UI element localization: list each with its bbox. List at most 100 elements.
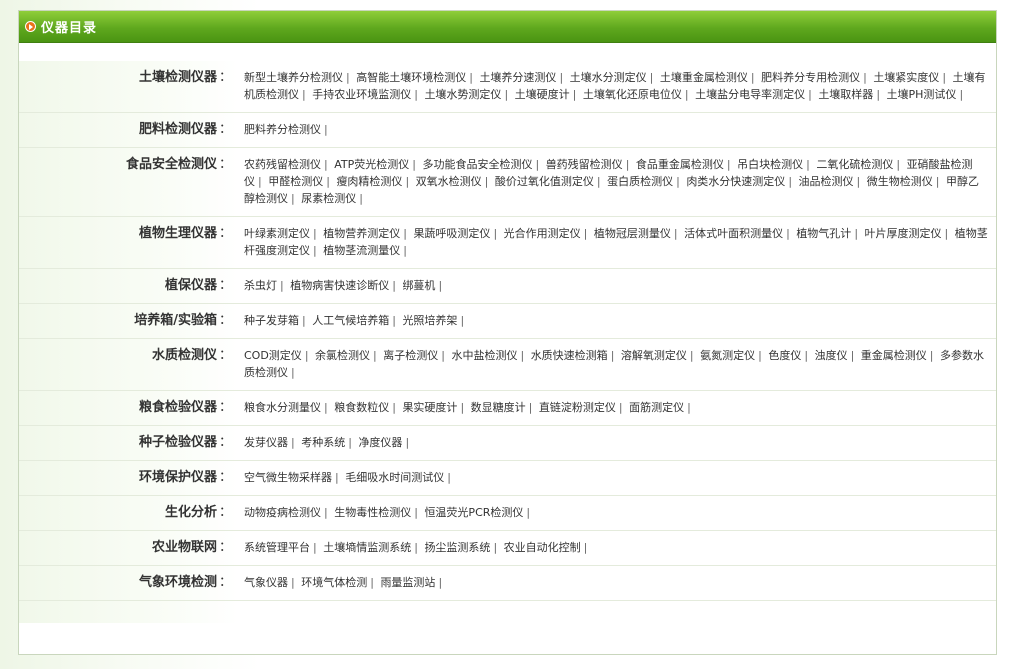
category-name[interactable]: 水质检测仪 <box>152 348 217 363</box>
instrument-link[interactable]: 植物气孔计 <box>796 227 851 240</box>
instrument-link[interactable]: 面筋测定仪 <box>629 401 684 414</box>
instrument-link[interactable]: 土壤重金属检测仪 <box>660 71 748 84</box>
instrument-link[interactable]: 粮食数粒仪 <box>334 401 389 414</box>
instrument-link[interactable]: 离子检测仪 <box>383 349 438 362</box>
instrument-link[interactable]: 肉类水分快速测定仪 <box>686 175 785 188</box>
instrument-link[interactable]: 土壤PH测试仪 <box>887 88 957 101</box>
category-name[interactable]: 肥料检测仪器 <box>139 122 217 137</box>
instrument-link[interactable]: 油品检测仪 <box>799 175 854 188</box>
instrument-link[interactable]: 光合作用测定仪 <box>504 227 581 240</box>
instrument-link[interactable]: 果蔬呼吸测定仪 <box>413 227 490 240</box>
instrument-link[interactable]: 人工气候培养箱 <box>312 314 389 327</box>
category-label[interactable]: 肥料检测仪器： <box>19 113 238 147</box>
instrument-link[interactable]: 氨氮测定仪 <box>700 349 755 362</box>
category-name[interactable]: 环境保护仪器 <box>139 470 217 485</box>
instrument-link[interactable]: 种子发芽箱 <box>244 314 299 327</box>
instrument-link[interactable]: 水质快速检测箱 <box>531 349 608 362</box>
category-label[interactable]: 生化分析： <box>19 496 238 530</box>
instrument-link[interactable]: 环境气体检测 <box>301 576 367 589</box>
instrument-link[interactable]: 土壤水分测定仪 <box>570 71 647 84</box>
instrument-link[interactable]: 净度仪器 <box>358 436 402 449</box>
category-name[interactable]: 土壤检测仪器 <box>139 70 217 85</box>
instrument-link[interactable]: 土壤取样器 <box>818 88 873 101</box>
instrument-link[interactable]: 兽药残留检测仪 <box>546 158 623 171</box>
instrument-link[interactable]: 植物茎流测量仪 <box>323 244 400 257</box>
instrument-link[interactable]: 毛细吸水时间测试仪 <box>345 471 444 484</box>
instrument-link[interactable]: 甲醛检测仪 <box>268 175 323 188</box>
category-label[interactable]: 粮食检验仪器： <box>19 391 238 425</box>
category-name[interactable]: 气象环境检测 <box>139 575 217 590</box>
category-label[interactable]: 气象环境检测： <box>19 566 238 600</box>
instrument-link[interactable]: 生物毒性检测仪 <box>334 506 411 519</box>
instrument-link[interactable]: 系统管理平台 <box>244 541 310 554</box>
instrument-link[interactable]: 气象仪器 <box>244 576 288 589</box>
category-label[interactable]: 土壤检测仪器： <box>19 61 238 112</box>
instrument-link[interactable]: 溶解氧测定仪 <box>621 349 687 362</box>
instrument-link[interactable]: 考种系统 <box>301 436 345 449</box>
instrument-link[interactable]: 绑蔓机 <box>402 279 435 292</box>
instrument-link[interactable]: 吊白块检测仪 <box>737 158 803 171</box>
instrument-link[interactable]: 农药残留检测仪 <box>244 158 321 171</box>
instrument-link[interactable]: 余氯检测仪 <box>315 349 370 362</box>
instrument-link[interactable]: 植物营养测定仪 <box>323 227 400 240</box>
category-name[interactable]: 植保仪器 <box>165 278 217 293</box>
instrument-link[interactable]: 酸价过氧化值测定仪 <box>495 175 594 188</box>
instrument-link[interactable]: 蛋白质检测仪 <box>607 175 673 188</box>
instrument-link[interactable]: 微生物检测仪 <box>867 175 933 188</box>
instrument-link[interactable]: 叶片厚度测定仪 <box>865 227 942 240</box>
instrument-link[interactable]: 雨量监测站 <box>380 576 435 589</box>
category-label[interactable]: 植物生理仪器： <box>19 217 238 268</box>
instrument-link[interactable]: 色度仪 <box>768 349 801 362</box>
category-name[interactable]: 植物生理仪器 <box>139 226 217 241</box>
instrument-link[interactable]: 土壤水势测定仪 <box>424 88 501 101</box>
instrument-link[interactable]: 果实硬度计 <box>402 401 457 414</box>
instrument-link[interactable]: ATP荧光检测仪 <box>334 158 409 171</box>
instrument-link[interactable]: 恒温荧光PCR检测仪 <box>424 506 523 519</box>
category-name[interactable]: 培养箱/实验箱 <box>134 313 217 328</box>
instrument-link[interactable]: 活体式叶面积测量仪 <box>684 227 783 240</box>
instrument-link[interactable]: 空气微生物采样器 <box>244 471 332 484</box>
instrument-link[interactable]: 土壤紧实度仪 <box>873 71 939 84</box>
instrument-link[interactable]: 扬尘监测系统 <box>424 541 490 554</box>
category-name[interactable]: 生化分析 <box>165 505 217 520</box>
instrument-link[interactable]: 直链淀粉测定仪 <box>539 401 616 414</box>
category-name[interactable]: 食品安全检测仪 <box>126 157 217 172</box>
instrument-link[interactable]: 食品重金属检测仪 <box>636 158 724 171</box>
instrument-link[interactable]: 水中盐检测仪 <box>451 349 517 362</box>
instrument-link[interactable]: 光照培养架 <box>402 314 457 327</box>
instrument-link[interactable]: 肥料养分检测仪 <box>244 123 321 136</box>
category-name[interactable]: 粮食检验仪器 <box>139 400 217 415</box>
instrument-link[interactable]: 动物疫病检测仪 <box>244 506 321 519</box>
instrument-link[interactable]: 数显糖度计 <box>471 401 526 414</box>
instrument-link[interactable]: 二氧化硫检测仪 <box>816 158 893 171</box>
instrument-link[interactable]: 粮食水分测量仪 <box>244 401 321 414</box>
category-label[interactable]: 农业物联网： <box>19 531 238 565</box>
instrument-link[interactable]: 肥料养分专用检测仪 <box>761 71 860 84</box>
instrument-link[interactable]: 土壤氧化还原电位仪 <box>583 88 682 101</box>
instrument-link[interactable]: 高智能土壤环境检测仪 <box>356 71 466 84</box>
instrument-link[interactable]: 土壤盐分电导率测定仪 <box>695 88 805 101</box>
category-name[interactable]: 种子检验仪器 <box>139 435 217 450</box>
instrument-link[interactable]: 发芽仪器 <box>244 436 288 449</box>
instrument-link[interactable]: COD测定仪 <box>244 349 302 362</box>
instrument-link[interactable]: 农业自动化控制 <box>504 541 581 554</box>
category-label[interactable]: 培养箱/实验箱： <box>19 304 238 338</box>
instrument-link[interactable]: 双氧水检测仪 <box>416 175 482 188</box>
category-name[interactable]: 农业物联网 <box>152 540 217 555</box>
category-label[interactable]: 植保仪器： <box>19 269 238 303</box>
instrument-link[interactable]: 杀虫灯 <box>244 279 277 292</box>
instrument-link[interactable]: 多功能食品安全检测仪 <box>422 158 532 171</box>
instrument-link[interactable]: 土壤硬度计 <box>515 88 570 101</box>
instrument-link[interactable]: 土壤墒情监测系统 <box>323 541 411 554</box>
category-label[interactable]: 种子检验仪器： <box>19 426 238 460</box>
category-label[interactable]: 食品安全检测仪： <box>19 148 238 216</box>
instrument-link[interactable]: 尿素检测仪 <box>301 192 356 205</box>
category-label[interactable]: 水质检测仪： <box>19 339 238 390</box>
instrument-link[interactable]: 叶绿素测定仪 <box>244 227 310 240</box>
instrument-link[interactable]: 浊度仪 <box>815 349 848 362</box>
instrument-link[interactable]: 植物冠层测量仪 <box>594 227 671 240</box>
instrument-link[interactable]: 瘦肉精检测仪 <box>336 175 402 188</box>
instrument-link[interactable]: 手持农业环境监测仪 <box>312 88 411 101</box>
instrument-link[interactable]: 植物病害快速诊断仪 <box>290 279 389 292</box>
instrument-link[interactable]: 新型土壤养分检测仪 <box>244 71 343 84</box>
